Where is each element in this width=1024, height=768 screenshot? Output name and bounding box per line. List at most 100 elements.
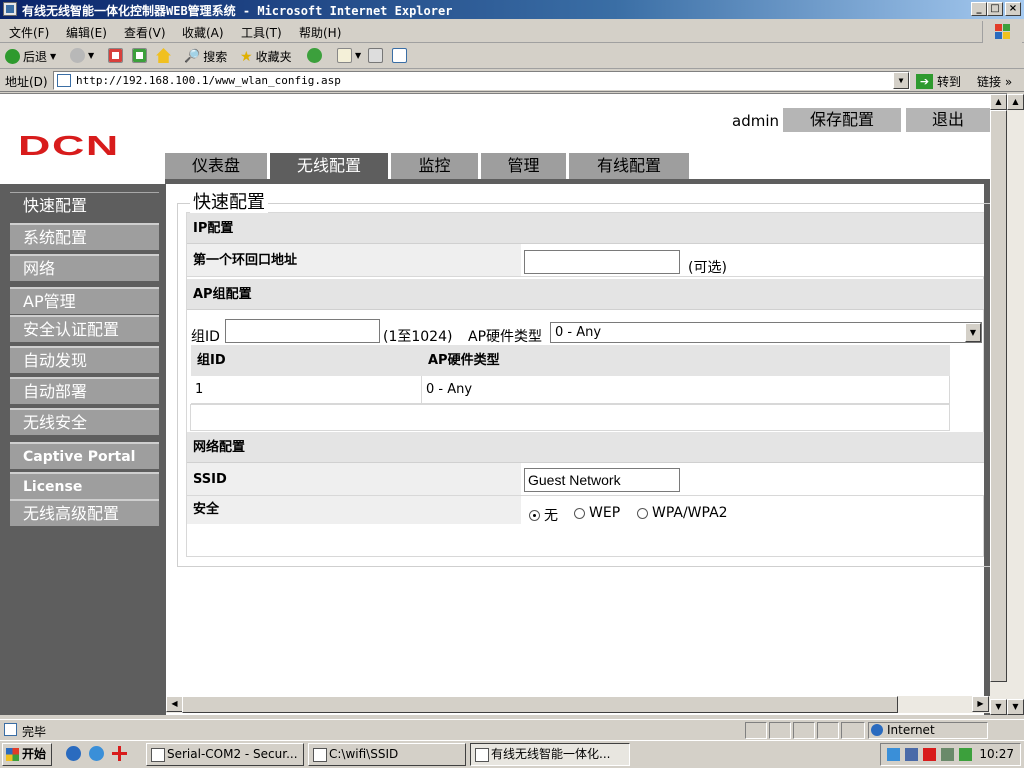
- edit-button[interactable]: [392, 48, 407, 63]
- radio-selected-icon[interactable]: [529, 509, 540, 521]
- sidebar-item-quick-config[interactable]: 快速配置: [10, 192, 159, 219]
- ssid-input[interactable]: [524, 468, 680, 492]
- group-id-input[interactable]: [225, 319, 380, 343]
- forward-button[interactable]: ▼: [70, 48, 94, 63]
- scroll-down-icon[interactable]: ▼: [990, 699, 1007, 715]
- security-option-none[interactable]: 无: [529, 505, 558, 525]
- taskbar-item-folder[interactable]: C:\wifi\SSID: [308, 743, 466, 766]
- maximize-button[interactable]: □: [987, 2, 1003, 16]
- chevron-down-icon: ▼: [355, 51, 362, 60]
- frame-horizontal-scrollbar[interactable]: ◀ ▶: [166, 696, 990, 713]
- horizontal-scroll-thumb[interactable]: [182, 696, 898, 713]
- tab-wireless-config[interactable]: 无线配置: [270, 153, 388, 179]
- sidebar-item-wireless-advanced[interactable]: 无线高级配置: [10, 499, 159, 526]
- tray-icon[interactable]: [941, 748, 954, 761]
- tab-wired-config[interactable]: 有线配置: [569, 153, 689, 179]
- scroll-down-icon[interactable]: ▼: [1007, 699, 1024, 715]
- mail-button[interactable]: ▼: [337, 48, 361, 63]
- scroll-right-icon[interactable]: ▶: [972, 696, 989, 712]
- address-input[interactable]: http://192.168.100.1/www_wlan_config.asp…: [53, 71, 910, 90]
- taskbar-item-serial[interactable]: Serial-COM2 - Secur...: [146, 743, 304, 766]
- chevron-down-icon[interactable]: ▼: [965, 323, 981, 342]
- ip-config-heading: IP配置: [187, 213, 984, 244]
- tab-monitor[interactable]: 监控: [391, 153, 478, 179]
- sidebar-item-system-config[interactable]: 系统配置: [10, 223, 159, 250]
- tray-icon[interactable]: [923, 748, 936, 761]
- security-option-wpa[interactable]: WPA/WPA2: [637, 505, 728, 521]
- ie-quicklaunch-icon[interactable]: [66, 746, 81, 761]
- page-viewport: DCN admin 保存配置 退出 仪表盘 无线配置 监控 管理 有线配置 快速…: [0, 93, 1007, 715]
- address-url: http://192.168.100.1/www_wlan_config.asp: [76, 74, 341, 87]
- network-config-heading: 网络配置: [187, 432, 984, 463]
- home-button[interactable]: [156, 48, 171, 63]
- sidebar-item-security-auth[interactable]: 安全认证配置: [10, 315, 159, 342]
- security-option-wep-label: WEP: [589, 505, 621, 521]
- outlook-quicklaunch-icon[interactable]: [89, 746, 104, 761]
- menu-tools[interactable]: 工具(T): [241, 24, 282, 41]
- menu-view[interactable]: 查看(V): [124, 24, 166, 41]
- table-header-ap-hw-type: AP硬件类型: [422, 345, 950, 376]
- status-bar: 完毕 Internet: [0, 719, 1024, 739]
- back-label: 后退: [23, 50, 48, 64]
- sidebar-item-auto-deploy[interactable]: 自动部署: [10, 377, 159, 404]
- tab-dashboard[interactable]: 仪表盘: [165, 153, 267, 179]
- vertical-scroll-thumb[interactable]: [990, 110, 1007, 682]
- sidebar-item-license[interactable]: License: [10, 472, 159, 499]
- page-icon: [57, 74, 71, 87]
- start-button[interactable]: 开始: [2, 743, 52, 766]
- search-button[interactable]: 🔎 搜索: [184, 48, 227, 65]
- ap-hw-type-select[interactable]: 0 - Any ▼: [550, 322, 982, 343]
- window-vertical-scrollbar[interactable]: ▲ ▼: [1007, 94, 1024, 715]
- system-tray: 10:27: [880, 743, 1021, 766]
- security-option-wpa-label: WPA/WPA2: [652, 505, 728, 521]
- radio-unselected-icon[interactable]: [574, 507, 585, 519]
- print-button[interactable]: [368, 48, 383, 63]
- sidebar-item-wireless-security[interactable]: 无线安全: [10, 408, 159, 435]
- scroll-left-icon[interactable]: ◀: [166, 696, 183, 712]
- edit-page-icon: [392, 48, 407, 63]
- links-label: 链接: [977, 75, 1002, 89]
- logout-button[interactable]: 退出: [906, 108, 990, 132]
- sidebar-item-captive-portal[interactable]: Captive Portal: [10, 442, 159, 469]
- clock: 10:27: [979, 747, 1014, 761]
- sidebar-item-ap-management[interactable]: AP管理: [10, 287, 159, 314]
- scroll-up-icon[interactable]: ▲: [1007, 94, 1024, 110]
- menu-edit[interactable]: 编辑(E): [66, 24, 107, 41]
- links-button[interactable]: 链接 »: [977, 73, 1012, 90]
- go-label: 转到: [937, 75, 962, 89]
- refresh-button[interactable]: [132, 48, 147, 63]
- stop-button[interactable]: [108, 48, 123, 63]
- close-button[interactable]: ×: [1005, 2, 1021, 16]
- ap-hw-type-label: AP硬件类型: [468, 329, 543, 345]
- forward-arrow-icon: [70, 48, 85, 63]
- menu-help[interactable]: 帮助(H): [299, 24, 341, 41]
- network-quicklaunch-icon[interactable]: [112, 746, 127, 761]
- address-dropdown-icon[interactable]: ▼: [893, 72, 909, 89]
- go-button[interactable]: ➔ 转到: [916, 73, 961, 90]
- sidebar-item-auto-discovery[interactable]: 自动发现: [10, 346, 159, 373]
- sidebar: 快速配置 系统配置 网络 AP管理 安全认证配置 自动发现 自动部署 无线安全 …: [0, 184, 166, 715]
- sidebar-item-network[interactable]: 网络: [10, 254, 159, 281]
- tray-network-icon[interactable]: [905, 748, 918, 761]
- favorites-button[interactable]: ★ 收藏夹: [240, 48, 292, 65]
- menu-favorites[interactable]: 收藏(A): [182, 24, 224, 41]
- windows-logo: [982, 21, 1022, 43]
- tray-icon[interactable]: [887, 748, 900, 761]
- ssid-label: SSID: [187, 463, 521, 496]
- minimize-button[interactable]: _: [971, 2, 987, 16]
- back-button[interactable]: 后退 ▼: [5, 48, 56, 65]
- tab-management[interactable]: 管理: [481, 153, 566, 179]
- radio-unselected-icon[interactable]: [637, 507, 648, 519]
- save-config-button[interactable]: 保存配置: [783, 108, 901, 132]
- history-button[interactable]: [307, 48, 322, 63]
- window-title: 有线无线智能一体化控制器WEB管理系统 - Microsoft Internet…: [22, 4, 453, 18]
- star-icon: ★: [240, 48, 253, 65]
- security-option-wep[interactable]: WEP: [574, 505, 620, 521]
- security-label: 安全: [187, 496, 521, 524]
- scroll-up-icon[interactable]: ▲: [990, 94, 1007, 110]
- frame-vertical-scrollbar[interactable]: ▲ ▼: [990, 94, 1007, 715]
- loopback-address-input[interactable]: [524, 250, 680, 274]
- tray-icon[interactable]: [959, 748, 972, 761]
- taskbar-item-browser[interactable]: 有线无线智能一体化...: [470, 743, 630, 766]
- menu-file[interactable]: 文件(F): [9, 24, 49, 41]
